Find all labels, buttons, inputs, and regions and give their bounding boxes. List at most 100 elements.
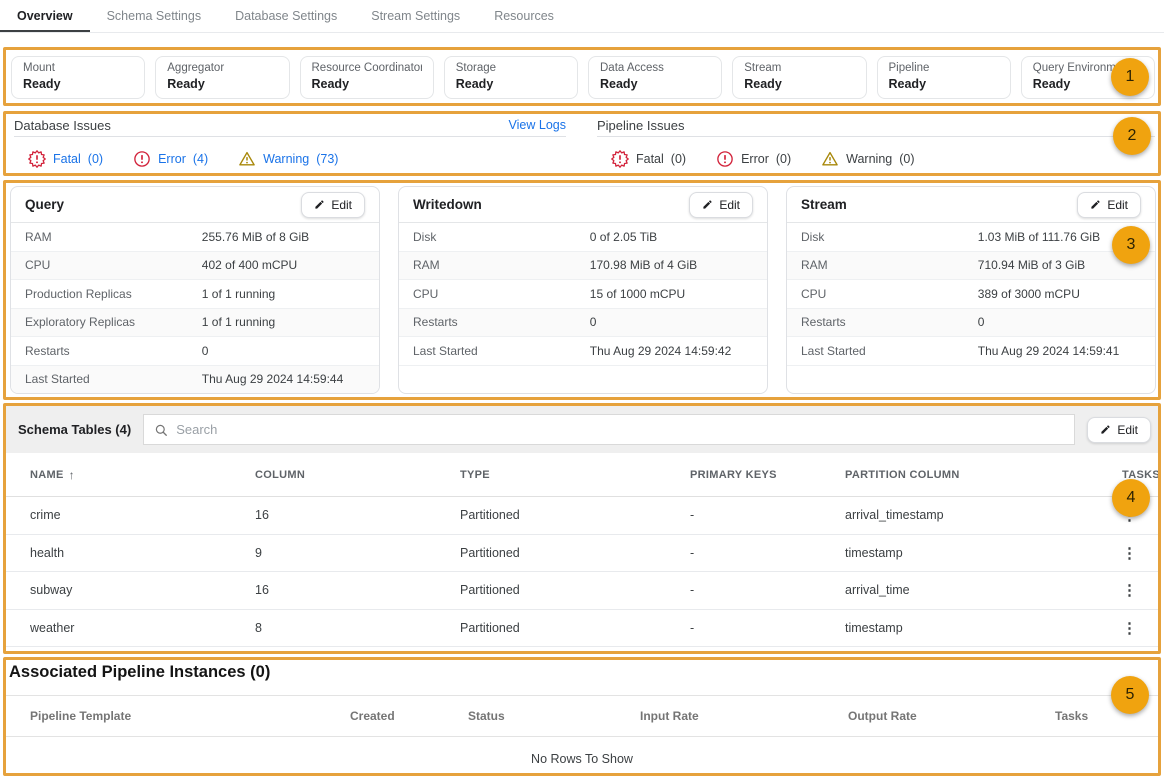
tab-schema-settings[interactable]: Schema Settings bbox=[90, 0, 219, 32]
stat-label: RAM bbox=[25, 230, 202, 244]
stat-value: 170.98 MiB of 4 GiB bbox=[590, 258, 697, 272]
pipeline-issues-panel: Pipeline Issues Fatal (0) Error (0) Warn… bbox=[597, 114, 1155, 168]
stat-label: Production Replicas bbox=[25, 287, 202, 301]
stat-value: Thu Aug 29 2024 14:59:44 bbox=[202, 372, 343, 386]
pipeline-issues-header: Pipeline Issues bbox=[597, 114, 1155, 137]
row-tasks-menu-icon[interactable] bbox=[1122, 581, 1155, 599]
column-header-tasks: Tasks bbox=[1055, 709, 1161, 723]
column-header-status: Status bbox=[468, 709, 640, 723]
status-label: Query Environment bbox=[1033, 62, 1143, 74]
pipeline-instances-header: Pipeline Template Created Status Input R… bbox=[3, 695, 1161, 737]
card-title: Query bbox=[25, 197, 64, 212]
cell-name: crime bbox=[30, 508, 255, 522]
stat-label: CPU bbox=[25, 258, 202, 272]
tab-overview[interactable]: Overview bbox=[0, 0, 90, 32]
schema-search-box[interactable] bbox=[143, 414, 1075, 445]
cell-type: Partitioned bbox=[460, 583, 690, 597]
stat-value: 402 of 400 mCPU bbox=[202, 258, 297, 272]
row-tasks-menu-icon[interactable] bbox=[1122, 506, 1155, 524]
stat-label: Last Started bbox=[801, 344, 978, 358]
pencil-icon bbox=[314, 199, 325, 210]
cell-primary-keys: - bbox=[690, 621, 845, 635]
stat-label: Disk bbox=[413, 230, 590, 244]
stat-value: 255.76 MiB of 8 GiB bbox=[202, 230, 309, 244]
status-value: Ready bbox=[600, 77, 710, 91]
cell-type: Partitioned bbox=[460, 621, 690, 635]
column-header-name[interactable]: NAME ↑ bbox=[30, 468, 255, 482]
pipeline-fatal-chip[interactable]: Fatal (0) bbox=[611, 150, 686, 168]
pipeline-warning-chip[interactable]: Warning (0) bbox=[821, 150, 914, 168]
cell-partition-column: timestamp bbox=[845, 621, 1122, 635]
stat-value: Thu Aug 29 2024 14:59:42 bbox=[590, 344, 731, 358]
writedown-edit-button[interactable]: Edit bbox=[689, 192, 753, 218]
stream-card: Stream Edit Disk 1.03 MiB of 111.76 GiB … bbox=[786, 186, 1156, 394]
pipeline-error-chip[interactable]: Error (0) bbox=[716, 150, 791, 168]
cell-column: 9 bbox=[255, 546, 460, 560]
stat-value: 710.94 MiB of 3 GiB bbox=[978, 258, 1085, 272]
table-row-weather[interactable]: weather 8 Partitioned - timestamp bbox=[3, 610, 1161, 648]
column-header-primary-keys[interactable]: PRIMARY KEYS bbox=[690, 469, 845, 481]
stat-row: Disk 0 of 2.05 TiB bbox=[399, 223, 767, 252]
stat-row: Last Started Thu Aug 29 2024 14:59:42 bbox=[399, 337, 767, 366]
stat-value: 0 of 2.05 TiB bbox=[590, 230, 657, 244]
issue-count: (0) bbox=[776, 152, 791, 166]
error-icon bbox=[133, 150, 151, 168]
table-row-subway[interactable]: subway 16 Partitioned - arrival_time bbox=[3, 572, 1161, 610]
cell-primary-keys: - bbox=[690, 508, 845, 522]
tab-database-settings[interactable]: Database Settings bbox=[218, 0, 354, 32]
writedown-card-header: Writedown Edit bbox=[399, 187, 767, 223]
stat-row: Last Started Thu Aug 29 2024 14:59:44 bbox=[11, 366, 379, 395]
stat-value: 1.03 MiB of 111.76 GiB bbox=[978, 230, 1100, 244]
stat-value: 0 bbox=[590, 315, 597, 329]
view-logs-link[interactable]: View Logs bbox=[509, 118, 566, 132]
database-issues-header: Database Issues View Logs bbox=[14, 114, 566, 137]
stat-row: Restarts 0 bbox=[787, 309, 1155, 338]
column-header-type[interactable]: TYPE bbox=[460, 469, 690, 481]
tab-bar: Overview Schema Settings Database Settin… bbox=[0, 0, 1164, 33]
status-label: Resource Coordinator bbox=[312, 62, 422, 74]
warning-icon bbox=[821, 150, 839, 168]
schema-table-body: crime 16 Partitioned - arrival_timestamp… bbox=[3, 497, 1161, 647]
stat-label: CPU bbox=[801, 287, 978, 301]
issue-label: Fatal bbox=[636, 152, 664, 166]
database-warning-chip[interactable]: Warning (73) bbox=[238, 150, 338, 168]
row-tasks-menu-icon[interactable] bbox=[1122, 619, 1155, 637]
status-card-pipeline: Pipeline Ready bbox=[877, 56, 1011, 99]
query-edit-button[interactable]: Edit bbox=[301, 192, 365, 218]
cell-column: 8 bbox=[255, 621, 460, 635]
stat-value: 389 of 3000 mCPU bbox=[978, 287, 1080, 301]
warning-icon bbox=[238, 150, 256, 168]
pencil-icon bbox=[702, 199, 713, 210]
stat-label: RAM bbox=[801, 258, 978, 272]
issue-count: (73) bbox=[316, 152, 338, 166]
issue-count: (0) bbox=[899, 152, 914, 166]
cell-primary-keys: - bbox=[690, 546, 845, 560]
issue-count: (4) bbox=[193, 152, 208, 166]
cell-type: Partitioned bbox=[460, 508, 690, 522]
search-icon bbox=[154, 423, 168, 437]
schema-search-input[interactable] bbox=[176, 422, 1064, 437]
column-header-output-rate: Output Rate bbox=[848, 709, 1055, 723]
pipeline-issues-title: Pipeline Issues bbox=[597, 118, 684, 133]
schema-edit-button[interactable]: Edit bbox=[1087, 417, 1151, 443]
status-card-storage: Storage Ready bbox=[444, 56, 578, 99]
edit-label: Edit bbox=[719, 198, 740, 212]
stream-edit-button[interactable]: Edit bbox=[1077, 192, 1141, 218]
stat-row: Last Started Thu Aug 29 2024 14:59:41 bbox=[787, 337, 1155, 366]
tab-stream-settings[interactable]: Stream Settings bbox=[354, 0, 477, 32]
row-tasks-menu-icon[interactable] bbox=[1122, 544, 1155, 562]
stat-row: RAM 255.76 MiB of 8 GiB bbox=[11, 223, 379, 252]
stat-label: Restarts bbox=[413, 315, 590, 329]
database-fatal-chip[interactable]: Fatal (0) bbox=[28, 150, 103, 168]
table-row-health[interactable]: health 9 Partitioned - timestamp bbox=[3, 535, 1161, 573]
issue-label: Fatal bbox=[53, 152, 81, 166]
status-label: Storage bbox=[456, 62, 566, 74]
database-issues-title: Database Issues bbox=[14, 118, 111, 133]
cell-partition-column: arrival_timestamp bbox=[845, 508, 1122, 522]
status-label: Data Access bbox=[600, 62, 710, 74]
database-error-chip[interactable]: Error (4) bbox=[133, 150, 208, 168]
column-header-column[interactable]: COLUMN bbox=[255, 469, 460, 481]
tab-resources[interactable]: Resources bbox=[477, 0, 571, 32]
column-header-partition-column[interactable]: PARTITION COLUMN bbox=[845, 469, 1122, 481]
table-row-crime[interactable]: crime 16 Partitioned - arrival_timestamp bbox=[3, 497, 1161, 535]
